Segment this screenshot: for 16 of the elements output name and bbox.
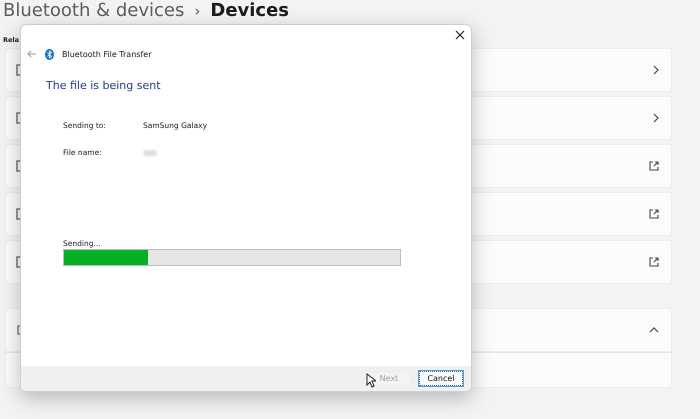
page-title: Devices [210, 0, 290, 21]
external-link-icon [649, 257, 659, 267]
close-icon[interactable] [455, 30, 465, 40]
dialog-heading: The file is being sent [46, 79, 161, 93]
mouse-cursor-icon [366, 373, 376, 388]
bluetooth-icon [45, 48, 54, 60]
external-link-icon [649, 209, 659, 219]
chevron-right-icon [653, 113, 659, 123]
breadcrumb-separator: › [194, 1, 200, 22]
dialog-title: Bluetooth File Transfer [62, 50, 152, 58]
blurred-value [143, 150, 157, 156]
external-link-icon [649, 161, 659, 171]
chevron-right-icon [653, 65, 659, 75]
breadcrumb-link[interactable]: Bluetooth & devices [3, 0, 184, 21]
back-arrow-icon[interactable] [27, 50, 37, 58]
dialog-button[interactable]: Cancel [419, 371, 463, 386]
